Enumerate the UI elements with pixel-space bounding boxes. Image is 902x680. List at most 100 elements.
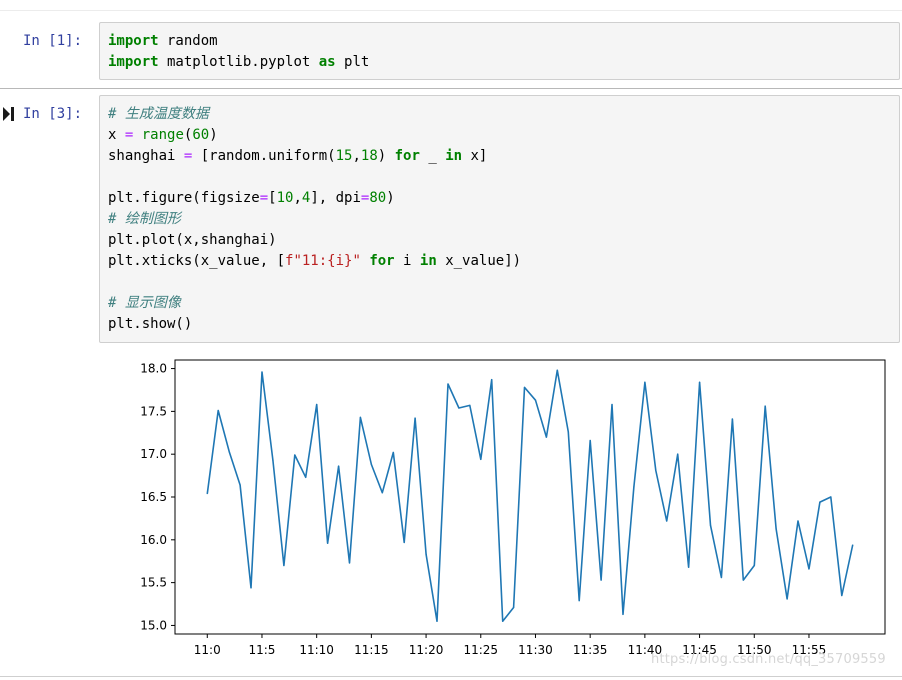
data-point — [666, 520, 668, 522]
code-cell-1-source[interactable]: import random import matplotlib.pyplot a… — [108, 31, 369, 73]
data-point — [578, 600, 580, 602]
code-token: , — [293, 190, 302, 206]
code-token: plt.xticks(x_value, [ — [108, 253, 286, 269]
watermark: https://blog.csdn.net/qq_35709559 — [651, 652, 886, 667]
cell-separator-bottom — [0, 676, 902, 677]
code-token: as — [318, 54, 336, 70]
data-point — [545, 436, 548, 438]
data-point — [852, 544, 854, 546]
data-point — [305, 476, 307, 478]
code-cell-2-source[interactable]: # 生成温度数据 x = range(60) shanghai = [rando… — [108, 104, 521, 335]
data-point — [502, 620, 504, 622]
y-tick-label: 17.5 — [140, 404, 167, 418]
code-token: _ — [419, 148, 446, 164]
x-tick-label: 11:5 — [248, 643, 275, 657]
code-token: # 绘制图形 — [108, 211, 181, 227]
data-point — [414, 417, 416, 419]
code-token: [ — [268, 190, 277, 206]
plot-frame — [174, 359, 886, 635]
data-point — [841, 594, 843, 597]
data-point — [523, 386, 526, 388]
y-tick-label: 16.0 — [140, 533, 167, 547]
code-token: in — [419, 253, 437, 269]
data-point — [786, 598, 788, 600]
data-point — [709, 524, 712, 526]
data-point — [753, 564, 755, 567]
data-point — [819, 501, 821, 503]
data-point — [808, 568, 810, 570]
data-point — [228, 451, 230, 453]
data-point — [633, 486, 635, 488]
data-point — [512, 606, 515, 609]
data-point — [327, 542, 329, 544]
data-point — [677, 453, 679, 455]
data-point — [567, 431, 569, 433]
data-point — [644, 381, 646, 383]
code-token: 60 — [192, 127, 210, 143]
data-point — [294, 454, 296, 456]
x-tick-label: 11:0 — [194, 643, 221, 657]
data-point — [611, 403, 613, 406]
code-token: x] — [462, 148, 488, 164]
code-token: x_value]) — [436, 253, 522, 269]
code-token: 10 — [276, 190, 294, 206]
code-token: [random.uniform( — [192, 148, 336, 164]
data-point — [589, 439, 591, 442]
data-point — [436, 620, 438, 622]
data-point — [698, 381, 701, 383]
x-tick-label: 11:20 — [409, 643, 444, 657]
code-token: 15 — [335, 148, 353, 164]
data-point — [283, 564, 285, 567]
code-token: x — [108, 127, 125, 143]
data-point — [480, 458, 482, 460]
y-tick-label: 17.0 — [140, 447, 167, 461]
code-token: i — [394, 253, 420, 269]
cell-separator-top — [0, 10, 902, 11]
x-tick-label: 11:10 — [299, 643, 334, 657]
data-point — [425, 553, 427, 555]
cell-separator — [0, 88, 902, 89]
cell-1-prompt: In [1]: — [23, 33, 83, 49]
data-point — [731, 418, 733, 420]
cell-2-prompt: In [3]: — [23, 106, 83, 122]
data-point — [622, 613, 624, 615]
code-token: ) — [209, 127, 218, 143]
code-token: shanghai — [108, 148, 184, 164]
y-tick-label: 15.5 — [140, 576, 167, 590]
data-point — [272, 459, 274, 461]
data-point — [764, 405, 766, 407]
data-point — [392, 451, 394, 454]
data-point — [206, 492, 208, 495]
data-point — [775, 528, 777, 530]
data-point — [556, 369, 558, 371]
x-tick-label: 11:15 — [354, 643, 389, 657]
data-point — [381, 492, 383, 494]
x-tick-label: 11:30 — [518, 643, 553, 657]
code-token: matplotlib.pyplot — [158, 54, 319, 70]
data-point — [830, 496, 832, 498]
data-point — [600, 579, 602, 581]
run-cell-icon[interactable] — [3, 107, 15, 121]
data-point — [797, 520, 799, 522]
data-point — [688, 566, 690, 568]
data-point — [447, 383, 449, 385]
y-tick-label: 16.5 — [140, 490, 167, 504]
data-point — [348, 562, 351, 564]
data-point — [359, 416, 362, 418]
code-token: plt.figure(figsize — [108, 190, 260, 206]
data-point — [337, 465, 340, 467]
code-token: in — [445, 148, 463, 164]
data-point — [720, 576, 723, 579]
data-point — [491, 379, 493, 381]
output-line-chart: 15.0 15.5 16.0 16.5 17.0 17.5 18.0 11:0 11:5 11:1… — [140, 359, 886, 657]
data-point — [742, 579, 744, 581]
code-token: ], dpi — [310, 190, 361, 206]
code-token: ) — [386, 190, 395, 206]
data-point — [403, 541, 405, 543]
code-token: 80 — [369, 190, 387, 206]
code-token: = — [259, 190, 269, 206]
code-token: random — [158, 33, 218, 49]
code-token: plt.show() — [108, 316, 193, 332]
y-tick-label: 15.0 — [140, 618, 167, 632]
